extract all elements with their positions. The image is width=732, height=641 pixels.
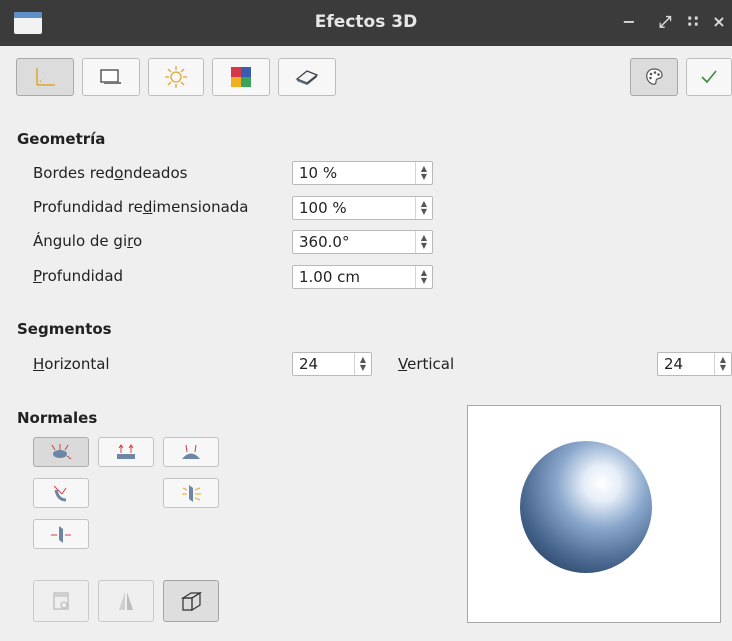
spherical-normals-icon (182, 444, 200, 459)
vertical-segments-spinbox[interactable]: 24 ▲ ▼ (657, 352, 732, 376)
scaled-depth-value: 100 % (299, 199, 347, 217)
title-bar: Efectos 3D − ⤢ ∷ × (0, 0, 732, 46)
eraser-icon (295, 70, 319, 85)
3d-preview-panel[interactable] (467, 405, 721, 623)
spin-arrows-icon[interactable]: ▲ ▼ (415, 266, 432, 288)
geometry-tab[interactable] (16, 58, 74, 96)
perspective-button[interactable] (163, 580, 219, 622)
horizontal-segments-value: 24 (299, 355, 319, 373)
rotation-angle-label: Ángulo de giro (33, 232, 143, 250)
double-sided-icon (51, 526, 71, 543)
checkmark-icon (701, 70, 717, 84)
scaled-depth-label: Profundidad redimensionada (33, 198, 249, 216)
illumination-tab[interactable] (148, 58, 204, 96)
spin-arrows-icon[interactable]: ▲ ▼ (714, 353, 731, 375)
convert-to-lathe-button[interactable] (98, 580, 154, 622)
horizontal-segments-spinbox[interactable]: 24 ▲ ▼ (292, 352, 372, 376)
convert-to-3d-button[interactable] (33, 580, 89, 622)
object-specific-normals-button[interactable] (33, 437, 89, 467)
two-sided-lighting-button[interactable] (163, 478, 219, 508)
depth-spinbox[interactable]: 1.00 cm ▲ ▼ (292, 265, 433, 289)
spin-arrows-icon[interactable]: ▲ ▼ (415, 231, 432, 253)
color-squares-icon (231, 67, 251, 87)
flat-normals-icon (117, 444, 135, 459)
material-tab[interactable] (278, 58, 336, 96)
monitor-icon (100, 69, 121, 84)
close-button[interactable]: × (710, 12, 728, 31)
rotation-angle-spinbox[interactable]: 360.0° ▲ ▼ (292, 230, 433, 254)
rounded-edges-label: Bordes redondeados (33, 164, 188, 182)
textures-tab[interactable] (212, 58, 270, 96)
scaled-depth-spinbox[interactable]: 100 % ▲ ▼ (292, 196, 433, 220)
spherical-normals-button[interactable] (163, 437, 219, 467)
convert-to-3d-icon (53, 592, 69, 610)
axis-icon (36, 68, 55, 86)
apply-button[interactable] (686, 58, 732, 96)
shading-tab[interactable] (82, 58, 140, 96)
segmentos-heading: Segmentos (17, 320, 112, 338)
flat-normals-button[interactable] (98, 437, 154, 467)
spin-arrows-icon[interactable]: ▲ ▼ (354, 353, 371, 375)
spin-arrows-icon[interactable]: ▲ ▼ (415, 197, 432, 219)
vertical-label: Vertical (398, 355, 455, 373)
geometria-heading: Geometría (17, 130, 106, 148)
object-specific-normals-icon (51, 444, 72, 460)
vertical-segments-value: 24 (664, 355, 684, 373)
invert-normals-icon (53, 485, 67, 502)
sphere-preview-icon (520, 441, 652, 573)
double-sided-button[interactable] (33, 519, 89, 549)
rounded-edges-value: 10 % (299, 164, 338, 182)
palette-icon (646, 68, 663, 85)
restore-button[interactable]: ⤢ (656, 12, 674, 32)
sun-icon (165, 66, 187, 88)
normales-heading: Normales (17, 409, 98, 427)
pin-button[interactable]: ∷ (684, 12, 702, 31)
depth-value: 1.00 cm (299, 268, 361, 286)
two-sided-lighting-icon (182, 485, 201, 502)
minimize-button[interactable]: − (620, 12, 638, 31)
depth-label: Profundidad (33, 267, 124, 285)
perspective-icon (180, 591, 203, 612)
horizontal-label: Horizontal (33, 355, 110, 373)
palette-button[interactable] (630, 58, 678, 96)
invert-normals-button[interactable] (33, 478, 89, 508)
rotation-angle-value: 360.0° (299, 233, 350, 251)
spin-arrows-icon[interactable]: ▲ ▼ (415, 162, 432, 184)
convert-to-lathe-icon (119, 592, 133, 610)
rounded-edges-spinbox[interactable]: 10 % ▲ ▼ (292, 161, 433, 185)
